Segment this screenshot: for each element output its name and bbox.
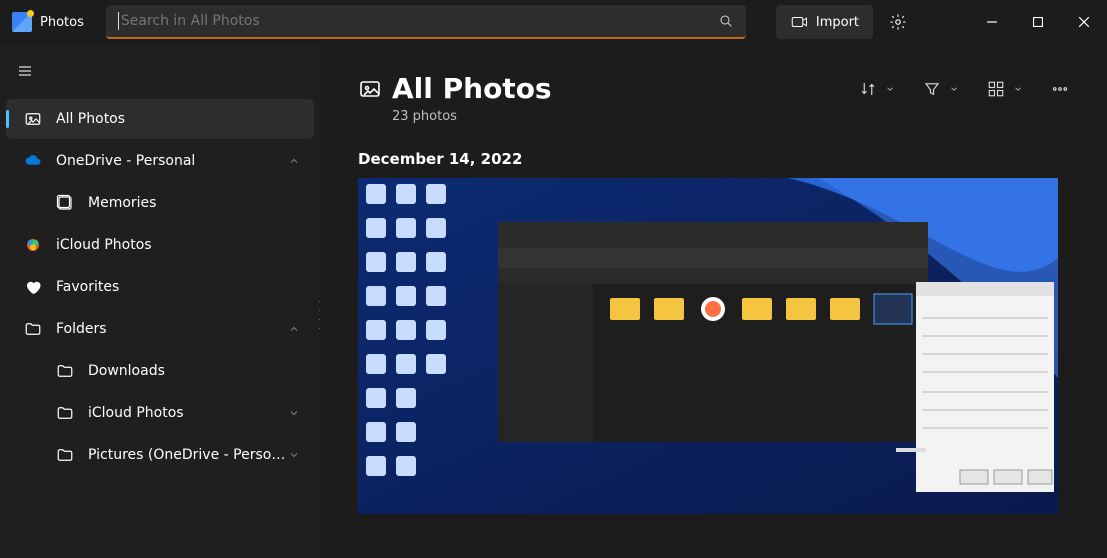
filter-icon [923,80,941,98]
import-label: Import [816,15,859,30]
sidebar-item-label: Downloads [88,363,300,379]
memories-icon [56,194,74,212]
text-caret [118,12,119,30]
close-icon [1079,17,1089,27]
sort-button[interactable] [859,80,895,98]
settings-button[interactable] [881,5,915,39]
date-group-header: December 14, 2022 [358,150,1069,168]
folder-icon [56,404,74,422]
app-title: Photos [40,15,84,30]
chevron-down-icon[interactable] [288,407,300,419]
sidebar-item-all-photos[interactable]: All Photos [6,99,314,139]
more-button[interactable] [1051,80,1069,98]
gear-icon [889,13,907,31]
sidebar-item-downloads[interactable]: Downloads [6,351,314,391]
photo-count: 23 photos [392,109,1069,124]
heart-icon [24,278,42,296]
photo-thumbnail[interactable] [358,178,1058,514]
close-button[interactable] [1061,6,1107,38]
minimize-icon [987,17,997,27]
sidebar: All Photos OneDrive - Personal Memories … [0,44,320,558]
chevron-down-icon [1013,84,1023,94]
sidebar-item-folders[interactable]: Folders [6,309,314,349]
main-pane: All Photos 23 photos [320,44,1107,558]
onedrive-icon [24,152,42,170]
sidebar-item-pictures-onedrive[interactable]: Pictures (OneDrive - Personal) [6,435,314,475]
grid-icon [987,80,1005,98]
filter-button[interactable] [923,80,959,98]
sidebar-item-label: OneDrive - Personal [56,153,288,169]
app-icon [12,12,32,32]
folder-icon [24,320,42,338]
sidebar-item-onedrive[interactable]: OneDrive - Personal [6,141,314,181]
view-toolbar [859,80,1069,98]
folder-icon [56,362,74,380]
sidebar-item-label: Folders [56,321,288,337]
more-icon [1051,80,1069,98]
import-button[interactable]: Import [776,5,873,39]
maximize-icon [1033,17,1043,27]
app-body: All Photos OneDrive - Personal Memories … [0,44,1107,558]
page-header: All Photos [358,72,1069,105]
sort-icon [859,80,877,98]
chevron-down-icon[interactable] [288,449,300,461]
sidebar-item-label: iCloud Photos [56,237,300,253]
hamburger-button[interactable] [4,50,46,92]
chevron-up-icon[interactable] [288,155,300,167]
chevron-down-icon [885,84,895,94]
all-photos-icon [358,77,382,101]
folder-icon [56,446,74,464]
window-controls [969,6,1107,38]
chevron-up-icon[interactable] [288,323,300,335]
title-bar: Photos Import [0,0,1107,44]
search-icon[interactable] [718,13,734,29]
sidebar-item-icloud-folder[interactable]: iCloud Photos [6,393,314,433]
minimize-button[interactable] [969,6,1015,38]
sidebar-item-icloud[interactable]: iCloud Photos [6,225,314,265]
search-input[interactable] [121,13,718,29]
search-box[interactable] [106,5,746,39]
hamburger-icon [17,63,33,79]
sidebar-item-favorites[interactable]: Favorites [6,267,314,307]
chevron-down-icon [949,84,959,94]
sidebar-item-label: iCloud Photos [88,405,288,421]
sidebar-item-label: Memories [88,195,300,211]
page-title: All Photos [392,72,552,105]
sidebar-item-label: Pictures (OneDrive - Personal) [88,447,288,463]
sidebar-item-label: All Photos [56,111,300,127]
sidebar-item-memories[interactable]: Memories [6,183,314,223]
layout-button[interactable] [987,80,1023,98]
import-icon [790,13,808,31]
icloud-photos-icon [24,236,42,254]
all-photos-icon [24,110,42,128]
maximize-button[interactable] [1015,6,1061,38]
sidebar-item-label: Favorites [56,279,300,295]
